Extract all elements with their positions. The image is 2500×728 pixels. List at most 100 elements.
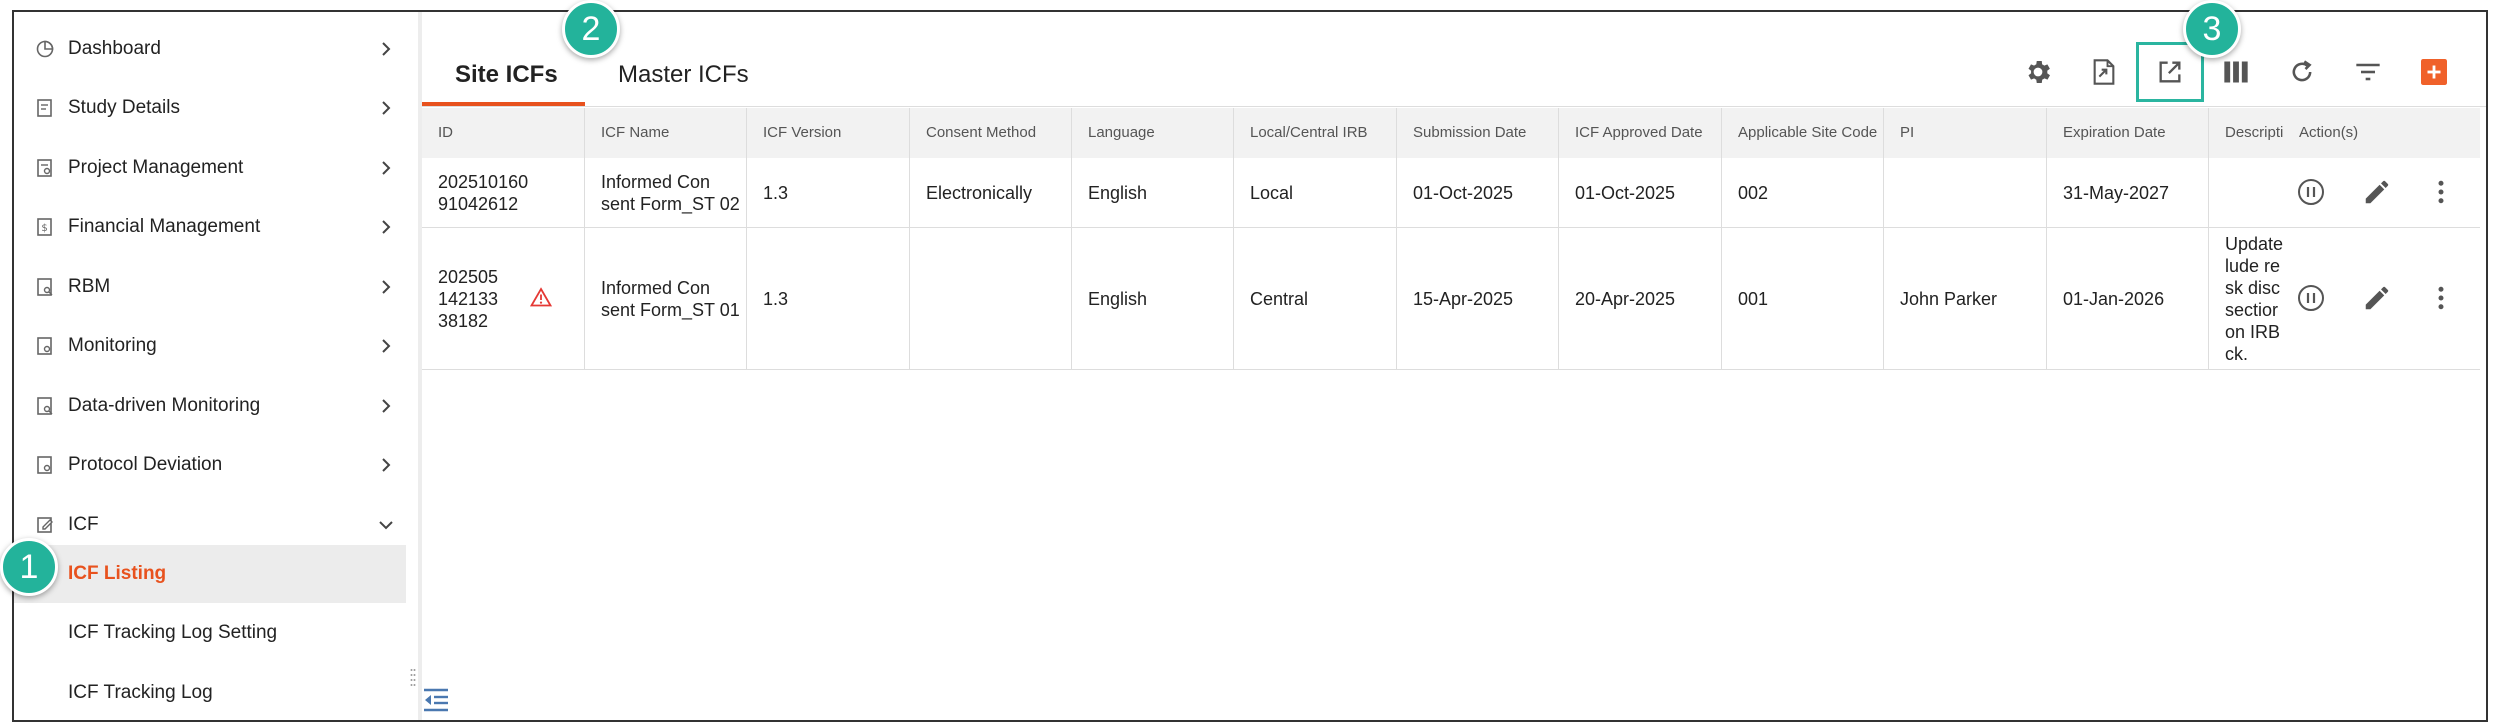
column-header[interactable]: Expiration Date (2047, 108, 2209, 158)
cell-language: English (1072, 228, 1234, 369)
pause-icon (2298, 179, 2324, 205)
sidebar-item-rbm[interactable]: RBM (14, 258, 406, 316)
pause-button[interactable] (2296, 177, 2326, 207)
settings-icon (2028, 61, 2050, 83)
cell-consent-method: Electronically (910, 158, 1072, 227)
sidebar-item-label: Project Management (68, 157, 244, 178)
collapse-sidebar-icon[interactable] (422, 686, 450, 714)
cell-language: English (1072, 158, 1234, 227)
tab-site-icfs[interactable]: Site ICFs (455, 44, 558, 106)
annotation-badge-3: 3 (2183, 0, 2241, 58)
sidebar-item-study-details[interactable]: Study Details (14, 79, 406, 137)
sidebar-subitem-label: ICF Tracking Log (68, 682, 213, 703)
sidebar-subitem-icf-listing[interactable]: ICF Listing (14, 545, 406, 603)
cell-expiration-date: 01-Jan-2026 (2047, 228, 2209, 369)
filter-button[interactable] (2346, 50, 2390, 94)
column-header[interactable]: Submission Date (1397, 108, 1559, 158)
edit-icon (2365, 180, 2389, 204)
sidebar-subitem-label: ICF Tracking Log Setting (68, 622, 278, 643)
pause-icon (2298, 285, 2324, 311)
protocol-deviation-icon (34, 454, 56, 476)
sidebar-item-label: Study Details (68, 97, 180, 118)
column-header[interactable]: Language (1072, 108, 1234, 158)
edit-button[interactable] (2362, 177, 2392, 207)
resize-handle-icon[interactable] (410, 668, 416, 690)
project-management-icon (34, 157, 56, 179)
chevron-down-icon (379, 521, 393, 530)
cell-approved-date: 01-Oct-2025 (1559, 158, 1722, 227)
sidebar-item-data-driven-monitoring[interactable]: Data-driven Monitoring (14, 377, 406, 435)
column-header[interactable]: Local/Central IRB (1234, 108, 1397, 158)
sidebar-item-financial-management[interactable]: $ Financial Management (14, 198, 406, 256)
data-driven-monitoring-icon (34, 395, 56, 417)
sidebar-item-label: Data-driven Monitoring (68, 395, 261, 416)
column-header[interactable]: Descripti (2209, 108, 2285, 158)
cell-submission-date: 01-Oct-2025 (1397, 158, 1559, 227)
more-vert-icon (2438, 286, 2444, 310)
export-file-button[interactable] (2082, 50, 2126, 94)
column-header[interactable]: PI (1884, 108, 2047, 158)
cell-pi (1884, 158, 2047, 227)
sidebar-subitem-icf-tracking-log[interactable]: ICF Tracking Log (14, 664, 406, 722)
table-row[interactable]: 202510160 91042612 Informed Con sent For… (422, 158, 2480, 228)
sidebar-item-dashboard[interactable]: Dashboard (14, 20, 406, 78)
column-header[interactable]: ID (422, 108, 585, 158)
column-header: Action(s) (2299, 124, 2359, 141)
annotation-badge-1: 1 (0, 538, 58, 596)
cell-submission-date: 15-Apr-2025 (1397, 228, 1559, 369)
sidebar-item-label: Monitoring (68, 335, 157, 356)
study-details-icon (34, 97, 56, 119)
chevron-right-icon (382, 101, 391, 115)
chevron-right-icon (382, 399, 391, 413)
chevron-right-icon (382, 161, 391, 175)
sidebar-item-protocol-deviation[interactable]: Protocol Deviation (14, 436, 406, 494)
chevron-right-icon (382, 339, 391, 353)
cell-id: 202505 142133 38182 (422, 228, 585, 369)
chevron-right-icon (382, 42, 391, 56)
table-header: ID ICF Name ICF Version Consent Method L… (422, 108, 2480, 159)
sidebar-subitem-icf-tracking-log-setting[interactable]: ICF Tracking Log Setting (14, 604, 406, 662)
refresh-icon (2292, 60, 2312, 82)
cell-consent-method (910, 228, 1072, 369)
svg-text:$: $ (41, 223, 47, 234)
column-header[interactable]: ICF Approved Date (1559, 108, 1722, 158)
add-button[interactable] (2412, 50, 2456, 94)
edit-icon (2365, 286, 2389, 310)
cell-site-code: 001 (1722, 228, 1884, 369)
settings-button[interactable] (2016, 50, 2060, 94)
cell-irb: Local (1234, 158, 1397, 227)
column-header[interactable]: Consent Method (910, 108, 1072, 158)
more-options-button[interactable] (2426, 177, 2456, 207)
sidebar-item-label: ICF (68, 514, 99, 535)
main-content: Site ICFs Master ICFs ID ICF Name ICF Ve… (422, 22, 2486, 720)
cell-icf-name: Informed Con sent Form_ST 01 (585, 228, 747, 369)
sidebar: Dashboard Study Details Project Manageme… (14, 12, 406, 720)
warning-icon[interactable] (530, 287, 552, 307)
cell-pi: John Parker (1884, 228, 2047, 369)
columns-icon (2224, 61, 2248, 83)
icf-icon (34, 514, 56, 536)
pause-button[interactable] (2296, 283, 2326, 313)
sidebar-item-monitoring[interactable]: Monitoring (14, 317, 406, 375)
cell-icf-version: 1.3 (747, 158, 910, 227)
annotation-badge-2: 2 (562, 0, 620, 58)
financial-management-icon: $ (34, 216, 56, 238)
chevron-right-icon (382, 220, 391, 234)
cell-icf-version: 1.3 (747, 228, 910, 369)
dashboard-icon (34, 38, 56, 60)
column-header[interactable]: ICF Version (747, 108, 910, 158)
edit-button[interactable] (2362, 283, 2392, 313)
monitoring-icon (34, 335, 56, 357)
active-tab-indicator (422, 102, 585, 106)
more-options-button[interactable] (2426, 283, 2456, 313)
cell-irb: Central (1234, 228, 1397, 369)
cell-site-code: 002 (1722, 158, 1884, 227)
refresh-button[interactable] (2280, 50, 2324, 94)
cell-description: Update lude re sk disc sectior on IRB ck… (2225, 233, 2284, 364)
table-row[interactable]: 202505 142133 38182 Informed Con sent Fo… (422, 228, 2480, 370)
column-header[interactable]: ICF Name (585, 108, 747, 158)
sidebar-item-project-management[interactable]: Project Management (14, 139, 406, 197)
tab-master-icfs[interactable]: Master ICFs (618, 44, 749, 106)
column-header[interactable]: Applicable Site Code (1722, 108, 1884, 158)
cell-expiration-date: 31-May-2027 (2047, 158, 2209, 227)
